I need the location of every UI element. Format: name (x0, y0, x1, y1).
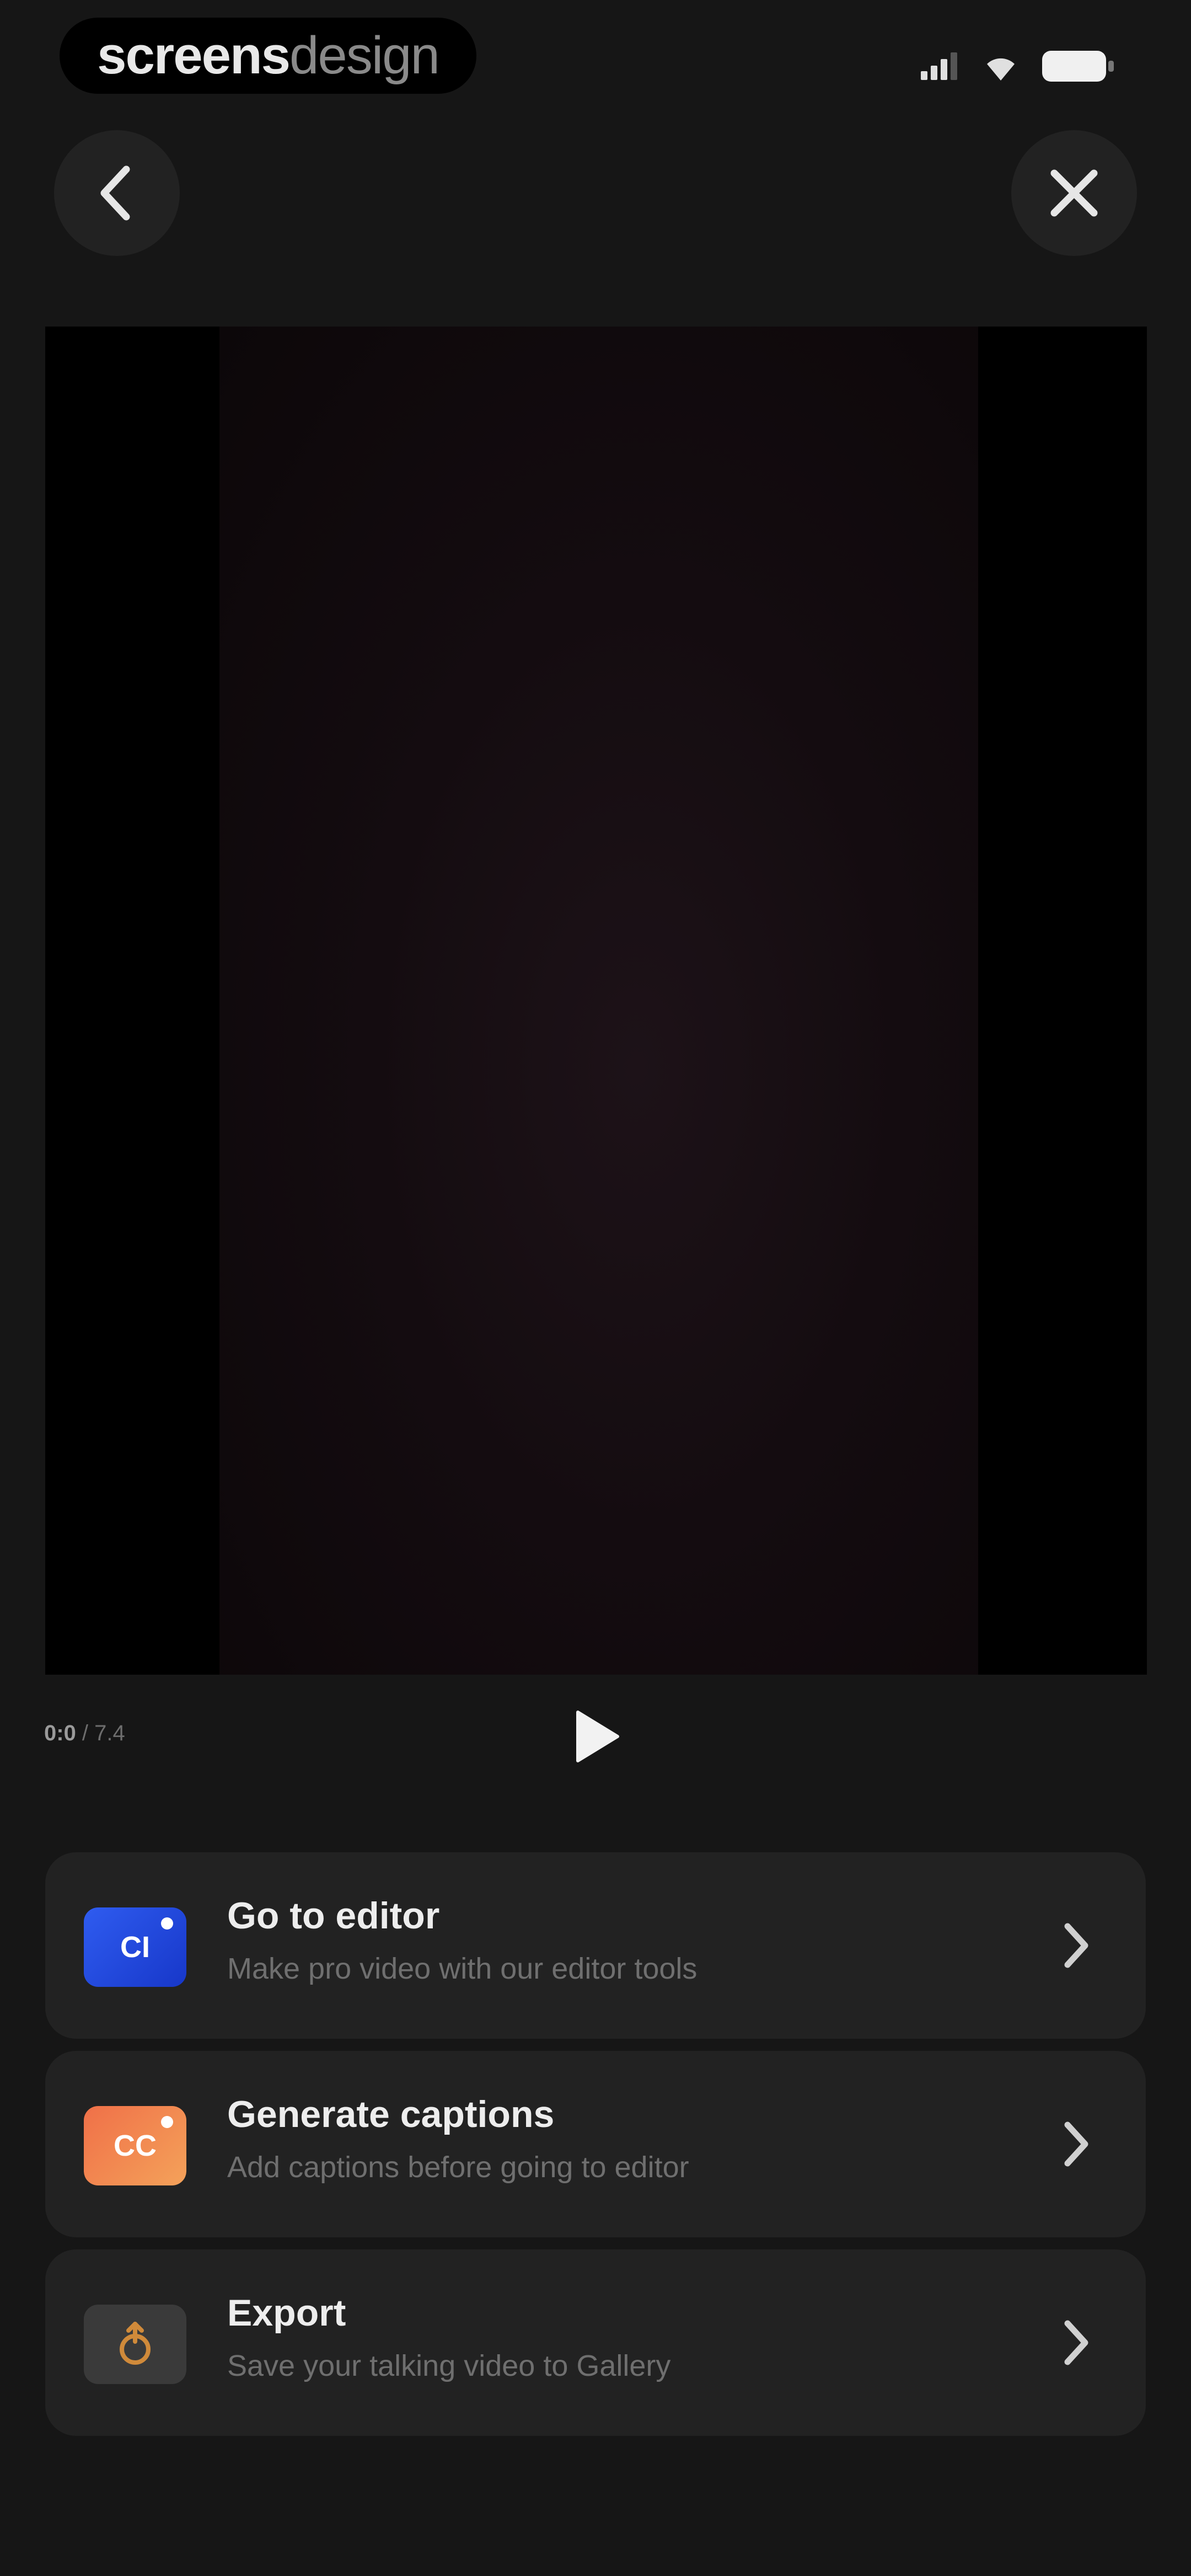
close-button[interactable] (1011, 130, 1137, 256)
video-preview-screen: screens design 0:0 / 7.4 CI Go to editor… (0, 0, 1191, 2576)
wifi-icon (987, 58, 1015, 81)
chevron-right-icon (1064, 2121, 1088, 2167)
card-subtitle: Make pro video with our editor tools (227, 1952, 698, 1985)
current-time: 0:0 (44, 1721, 76, 1745)
generate-captions-card[interactable]: CC Generate captions Add captions before… (45, 2051, 1146, 2237)
editor-icon-label: CI (120, 1931, 150, 1964)
export-icon (84, 2305, 186, 2384)
time-separator: / (76, 1721, 95, 1745)
back-button[interactable] (54, 130, 180, 256)
captions-icon: CC (84, 2106, 186, 2185)
play-button[interactable] (568, 1708, 625, 1765)
export-card[interactable]: Export Save your talking video to Galler… (45, 2249, 1146, 2436)
export-glyph-icon (120, 2322, 151, 2365)
card-title: Go to editor (227, 1895, 440, 1937)
sparkle-icon (161, 2116, 173, 2128)
chevron-right-icon (1064, 1923, 1088, 1968)
close-icon (1050, 169, 1098, 217)
chevron-right-icon (1064, 2320, 1088, 2365)
sparkle-icon (161, 1917, 173, 1930)
chevron-left-icon (100, 165, 130, 221)
card-title: Generate captions (227, 2093, 555, 2135)
battery-icon (1042, 51, 1114, 82)
video-player[interactable] (45, 327, 1147, 1675)
brand-watermark: screens design (60, 18, 476, 94)
play-icon (576, 1711, 619, 1762)
status-icons (921, 51, 1114, 82)
duration: 7.4 (94, 1721, 125, 1745)
playback-time: 0:0 / 7.4 (44, 1721, 125, 1746)
go-to-editor-card[interactable]: CI Go to editor Make pro video with our … (45, 1852, 1146, 2039)
card-subtitle: Add captions before going to editor (227, 2151, 689, 2184)
editor-icon: CI (84, 1907, 186, 1987)
brand-bold-text: screens (97, 26, 291, 85)
signal-icon (921, 52, 957, 80)
brand-light-text: design (289, 26, 440, 85)
captions-icon-label: CC (114, 2129, 157, 2162)
card-subtitle: Save your talking video to Gallery (227, 2349, 671, 2382)
video-frame (219, 327, 978, 1675)
card-title: Export (227, 2292, 346, 2334)
